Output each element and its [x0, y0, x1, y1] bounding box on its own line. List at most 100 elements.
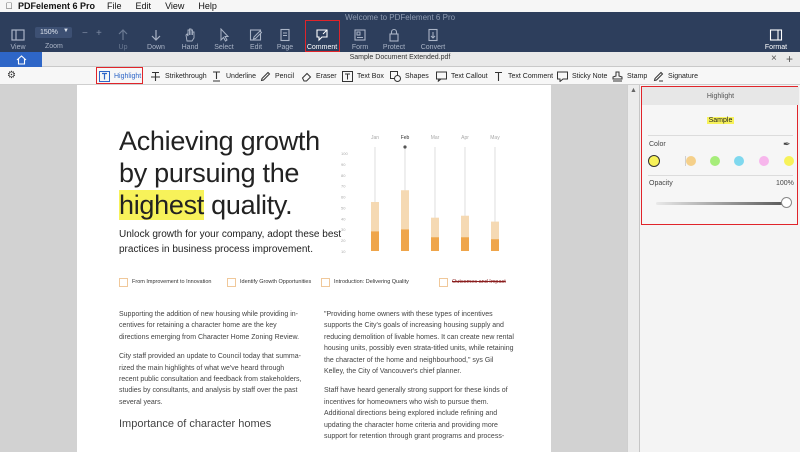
color-label: Color [649, 141, 666, 148]
sticky-note-tool[interactable]: Sticky Note [557, 69, 607, 83]
opacity-slider[interactable] [656, 202, 788, 205]
shapes-icon [390, 70, 401, 82]
text-comment-tool[interactable]: Text Comment [493, 69, 553, 83]
opacity-label: Opacity [649, 180, 673, 187]
legend-square-icon [321, 277, 330, 287]
page-subheading[interactable]: Unlock growth for your company, adopt th… [119, 227, 359, 257]
app-menu[interactable]: PDFelement 6 Pro [18, 1, 95, 11]
underline-icon [213, 70, 220, 82]
eraser-tool[interactable]: Eraser [301, 69, 337, 83]
apple-icon[interactable]:  [0, 1, 18, 11]
color-swatch-orange[interactable] [686, 156, 696, 166]
edit-icon [249, 29, 263, 41]
select-label: Select [214, 44, 234, 51]
y-tick-label: 20 [341, 238, 346, 243]
x-tick-label: Feb [401, 135, 410, 141]
headline-line-3: highest quality. [119, 189, 359, 221]
scroll-up-icon[interactable]: ▲ [630, 87, 637, 94]
signature-icon [653, 71, 664, 81]
legend-label: Identify Growth Opportunities [240, 279, 312, 285]
gear-icon[interactable]: ⚙ [7, 70, 16, 81]
section-heading[interactable]: Importance of character homes [119, 418, 271, 430]
underline-tool[interactable]: Underline [211, 69, 256, 83]
menu-help[interactable]: Help [198, 1, 217, 11]
eraser-icon [301, 72, 312, 81]
bar-dark [401, 229, 409, 251]
close-tab-button[interactable]: × [771, 53, 777, 64]
up-label: Up [118, 44, 128, 51]
properties-panel: Highlight Sample Color ✒ Opacity 100% [640, 85, 800, 452]
convert-button[interactable]: Convert [413, 21, 453, 51]
format-button[interactable]: Format [756, 21, 796, 51]
text-callout-tool[interactable]: Text Callout [436, 69, 488, 83]
color-swatch-yellow-selected[interactable] [648, 155, 660, 167]
legend-square-icon [119, 277, 128, 287]
paragraph: Staff have heard generally strong suppor… [324, 387, 508, 441]
strikethrough-icon [151, 71, 160, 81]
legend-row: From Improvement to Innovation Identify … [119, 276, 509, 288]
menu-file[interactable]: File [107, 1, 122, 11]
opacity-slider-handle[interactable] [781, 197, 792, 208]
protect-button[interactable]: Protect [374, 21, 414, 51]
convert-icon [428, 28, 438, 42]
y-tick-label: 100 [341, 151, 348, 156]
eraser-label: Eraser [316, 72, 337, 80]
legend-item: Identify Growth Opportunities [227, 276, 311, 288]
vertical-scrollbar[interactable]: ▲ [627, 85, 639, 452]
up-icon [118, 29, 128, 40]
color-swatch-pink[interactable] [759, 156, 769, 166]
highlighted-text[interactable]: highest [119, 190, 204, 220]
legend-label-struck: Outcomes and Impact [452, 279, 506, 285]
pencil-icon [260, 71, 271, 81]
stamp-tool[interactable]: Stamp [612, 69, 647, 83]
page-label: Page [276, 44, 294, 51]
sample-preview: Sample [642, 117, 799, 124]
right-column[interactable]: "Providing home owners with these types … [324, 309, 514, 450]
zoom-select[interactable]: 150% ▼ [35, 27, 72, 38]
bar-dark [431, 237, 439, 251]
chevron-down-icon: ▼ [63, 28, 69, 34]
y-tick-label: 30 [341, 227, 346, 232]
zoom-in-button[interactable]: + [96, 28, 102, 39]
view-button[interactable]: View [0, 21, 38, 51]
tab-document[interactable]: Sample Document Extended.pdf [0, 54, 800, 61]
color-swatch-yellow[interactable] [784, 156, 794, 166]
signature-tool[interactable]: Signature [653, 69, 698, 83]
page-headline[interactable]: Achieving growth by pursuing the highest… [119, 125, 359, 221]
stamp-icon [612, 71, 623, 81]
color-swatch-green[interactable] [710, 156, 720, 166]
text-callout-icon [436, 71, 447, 82]
menu-edit[interactable]: Edit [136, 1, 152, 11]
text-comment-label: Text Comment [508, 72, 554, 80]
app-window:  PDFelement 6 Pro File Edit View Help W… [0, 0, 800, 452]
format-icon [769, 29, 783, 41]
add-tab-button[interactable]: + [786, 52, 793, 66]
bar-chart: 100 90 80 70 60 50 40 30 20 10 Jan Feb Mar Apr May [341, 135, 500, 254]
shapes-tool[interactable]: Shapes [390, 69, 429, 83]
bar-dark [491, 239, 499, 251]
eyedropper-icon[interactable]: ✒ [783, 139, 791, 150]
comment-button[interactable]: Comment [302, 21, 342, 51]
x-tick-label: Jan [371, 135, 379, 141]
headline-line-1: Achieving growth [119, 126, 320, 156]
y-tick-label: 40 [341, 216, 346, 221]
protect-icon [389, 28, 399, 42]
menu-view[interactable]: View [165, 1, 184, 11]
page-button[interactable]: Page [265, 21, 305, 51]
left-column[interactable]: Supporting the addition of new housing w… [119, 309, 303, 416]
textbox-tool[interactable]: Text Box [342, 69, 384, 83]
y-tick-label: 80 [341, 173, 346, 178]
hand-label: Hand [181, 44, 199, 51]
pencil-tool[interactable]: Pencil [260, 69, 294, 83]
pdf-page[interactable]: Achieving growth by pursuing the highest… [77, 85, 551, 452]
strikethrough-tool[interactable]: Strikethrough [150, 69, 207, 83]
color-swatch-blue[interactable] [734, 156, 744, 166]
pencil-label: Pencil [275, 72, 295, 80]
legend-label: Introduction: Delivering Quality [334, 279, 409, 285]
sticky-note-icon [557, 71, 568, 82]
zoom-out-button[interactable]: − [82, 28, 88, 39]
main-toolbar: Welcome to PDFelement 6 Pro View 150% ▼ … [0, 12, 800, 52]
legend-item: Introduction: Delivering Quality [321, 276, 409, 288]
menu-bar:  PDFelement 6 Pro File Edit View Help [0, 0, 800, 12]
highlight-tool[interactable]: Highlight [99, 69, 141, 83]
